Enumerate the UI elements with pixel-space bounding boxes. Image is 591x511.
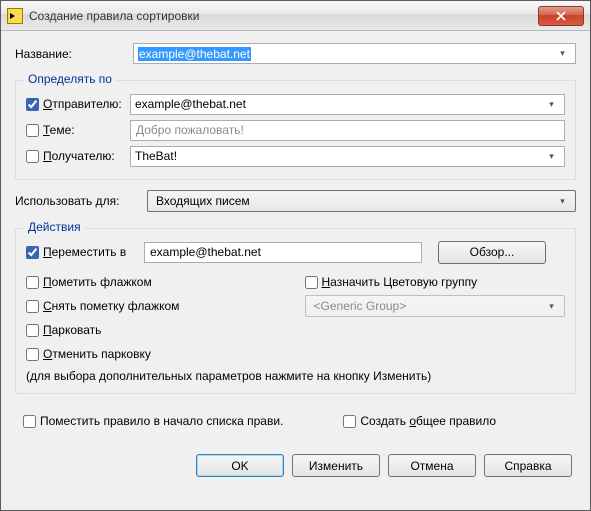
app-icon — [7, 8, 23, 24]
shared-checkbox[interactable] — [343, 415, 356, 428]
usefor-dropdown[interactable]: Входящих писем ▾ — [147, 190, 576, 212]
close-icon — [556, 11, 566, 21]
colorgroup-checkbox[interactable] — [305, 276, 318, 289]
name-combo[interactable]: example@thebat.net ▾ — [133, 43, 576, 64]
move-target-value: example@thebat.net — [150, 245, 261, 259]
move-checkbox[interactable] — [26, 246, 39, 259]
flag-label: Пометить флажком — [43, 275, 152, 289]
to-top-label: Поместить правило в начало списка прави. — [40, 414, 283, 428]
recipient-combo[interactable]: TheBat! ▾ — [130, 146, 565, 167]
sender-checkbox[interactable] — [26, 98, 39, 111]
dialog-window: Создание правила сортировки Название: ex… — [0, 0, 591, 511]
recipient-value: TheBat! — [135, 149, 543, 163]
park-label: Парковать — [43, 323, 101, 337]
window-close-button[interactable] — [538, 6, 584, 26]
unpark-checkbox-row: Отменить парковку — [26, 343, 287, 365]
park-checkbox-row: Парковать — [26, 319, 287, 341]
chevron-down-icon: ▾ — [543, 301, 560, 312]
detect-legend: Определять по — [24, 72, 116, 86]
sender-label: Отправителю: — [43, 97, 122, 111]
move-label: Переместить в — [43, 245, 126, 259]
browse-button[interactable]: Обзор... — [438, 241, 546, 264]
unpark-checkbox[interactable] — [26, 348, 39, 361]
sender-value: example@thebat.net — [135, 97, 543, 111]
chevron-down-icon: ▾ — [554, 48, 571, 59]
button-row: OK Изменить Отмена Справка — [15, 442, 576, 479]
unflag-checkbox-row: Снять пометку флажком — [26, 295, 287, 317]
park-checkbox[interactable] — [26, 324, 39, 337]
dialog-body: Название: example@thebat.net ▾ Определят… — [1, 31, 590, 510]
actions-hint: (для выбора дополнительных параметров на… — [26, 369, 565, 383]
sender-row: Отправителю: example@thebat.net ▾ — [26, 91, 565, 117]
subject-input[interactable]: Добро пожаловать! — [130, 120, 565, 141]
cancel-button[interactable]: Отмена — [388, 454, 476, 477]
subject-label: Теме: — [43, 123, 75, 137]
to-top-checkbox[interactable] — [23, 415, 36, 428]
colorgroup-dropdown: <Generic Group> ▾ — [305, 295, 566, 317]
usefor-row: Использовать для: Входящих писем ▾ — [15, 190, 576, 212]
chevron-down-icon: ▾ — [554, 196, 571, 207]
name-label: Название: — [15, 47, 127, 61]
colorgroup-label: Назначить Цветовую группу — [322, 275, 478, 289]
move-target-input[interactable]: example@thebat.net — [144, 242, 422, 263]
subject-placeholder: Добро пожаловать! — [136, 123, 244, 137]
colorgroup-value: <Generic Group> — [314, 299, 544, 313]
colorgroup-checkbox-row: Назначить Цветовую группу — [305, 271, 566, 293]
edit-button[interactable]: Изменить — [292, 454, 380, 477]
actions-legend: Действия — [24, 220, 85, 234]
recipient-label: Получателю: — [43, 149, 115, 163]
flag-checkbox[interactable] — [26, 276, 39, 289]
ok-button[interactable]: OK — [196, 454, 284, 477]
name-value: example@thebat.net — [138, 47, 251, 61]
name-row: Название: example@thebat.net ▾ — [15, 43, 576, 64]
usefor-label: Использовать для: — [15, 194, 141, 208]
shared-row: Создать общее правило — [343, 410, 496, 432]
to-top-row: Поместить правило в начало списка прави. — [23, 410, 283, 432]
sender-combo[interactable]: example@thebat.net ▾ — [130, 94, 565, 115]
subject-row: Теме: Добро пожаловать! — [26, 117, 565, 143]
unpark-label: Отменить парковку — [43, 347, 151, 361]
recipient-row: Получателю: TheBat! ▾ — [26, 143, 565, 169]
usefor-value: Входящих писем — [156, 194, 554, 208]
actions-group: Действия Переместить в example@thebat.ne… — [15, 228, 576, 394]
unflag-label: Снять пометку флажком — [43, 299, 179, 313]
window-title: Создание правила сортировки — [29, 9, 538, 23]
actions-grid: Пометить флажком Назначить Цветовую груп… — [26, 271, 565, 365]
flag-checkbox-row: Пометить флажком — [26, 271, 287, 293]
chevron-down-icon: ▾ — [543, 151, 560, 162]
chevron-down-icon: ▾ — [543, 99, 560, 110]
titlebar: Создание правила сортировки — [1, 1, 590, 31]
footer-checks: Поместить правило в начало списка прави.… — [15, 404, 576, 432]
recipient-checkbox[interactable] — [26, 150, 39, 163]
shared-label: Создать общее правило — [360, 414, 496, 428]
subject-checkbox[interactable] — [26, 124, 39, 137]
detect-group: Определять по Отправителю: example@theba… — [15, 80, 576, 180]
unflag-checkbox[interactable] — [26, 300, 39, 313]
move-row: Переместить в example@thebat.net Обзор..… — [26, 239, 565, 265]
help-button[interactable]: Справка — [484, 454, 572, 477]
